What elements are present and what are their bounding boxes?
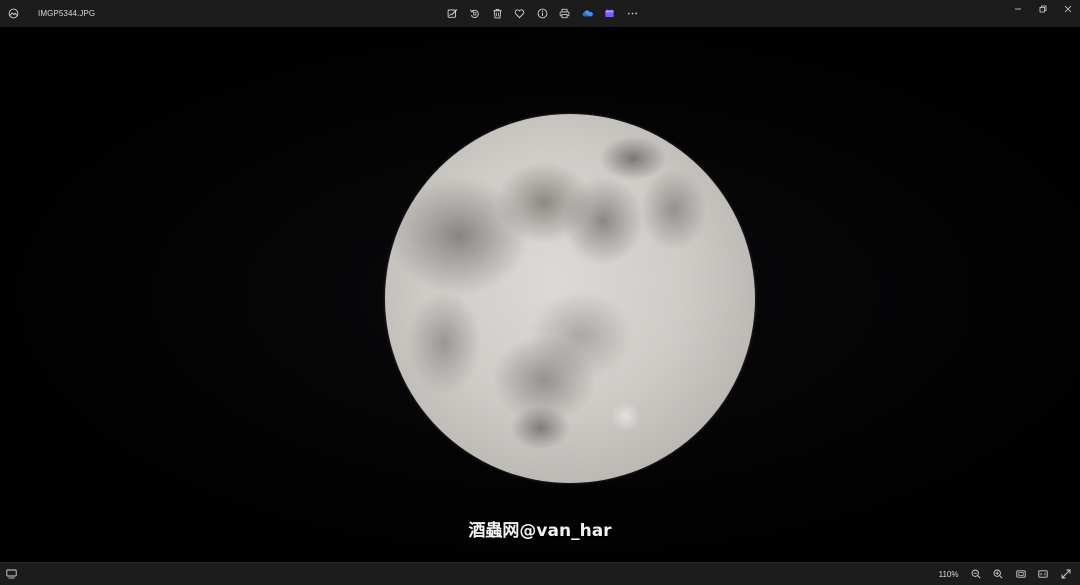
actual-size-icon (1038, 569, 1048, 579)
moon-photo (385, 114, 755, 483)
more-icon (627, 8, 638, 19)
edit-image-icon (447, 8, 458, 19)
favorite-button[interactable] (509, 5, 532, 22)
favorite-icon (514, 8, 525, 19)
restore-icon (1039, 5, 1047, 13)
zoom-level[interactable]: 110% (939, 570, 959, 579)
edit-image-button[interactable] (441, 5, 464, 22)
image-viewer[interactable]: 酒蟲网@van_har (0, 27, 1080, 562)
onedrive-icon (582, 8, 593, 19)
actual-size-button[interactable] (1032, 566, 1055, 582)
minimize-icon (1014, 5, 1022, 13)
zoom-controls: 110% (939, 566, 1077, 582)
info-button[interactable] (531, 5, 554, 22)
close-button[interactable] (1055, 0, 1080, 18)
watermark-text: 酒蟲网@van_har (468, 521, 612, 541)
window-controls (1005, 0, 1080, 18)
onedrive-button[interactable] (576, 5, 599, 22)
zoom-in-button[interactable] (987, 566, 1010, 582)
clipchamp-button[interactable] (599, 5, 622, 22)
rotate-button[interactable] (464, 5, 487, 22)
info-icon (537, 8, 548, 19)
full-screen-button[interactable] (1055, 566, 1078, 582)
print-icon (559, 8, 570, 19)
more-options-button[interactable] (621, 5, 644, 22)
restore-button[interactable] (1030, 0, 1055, 18)
photos-app-icon (8, 8, 19, 19)
close-icon (1064, 5, 1072, 13)
file-name: IMGP5344.JPG (38, 9, 96, 18)
minimize-button[interactable] (1005, 0, 1030, 18)
clipchamp-icon (604, 8, 615, 19)
zoom-out-button[interactable] (965, 566, 988, 582)
zoom-in-icon (993, 569, 1003, 579)
filmstrip-button[interactable] (5, 568, 18, 580)
title-bar: IMGP5344.JPG (0, 0, 1080, 27)
rotate-icon (469, 8, 480, 19)
image-toolbar (441, 5, 644, 22)
fit-to-window-icon (1016, 569, 1026, 579)
delete-icon (492, 8, 503, 19)
delete-button[interactable] (486, 5, 509, 22)
zoom-out-icon (971, 569, 981, 579)
filmstrip-icon (6, 569, 17, 579)
full-screen-icon (1061, 569, 1071, 579)
status-bar: 110% (0, 562, 1080, 585)
fit-to-window-button[interactable] (1010, 566, 1033, 582)
print-button[interactable] (554, 5, 577, 22)
